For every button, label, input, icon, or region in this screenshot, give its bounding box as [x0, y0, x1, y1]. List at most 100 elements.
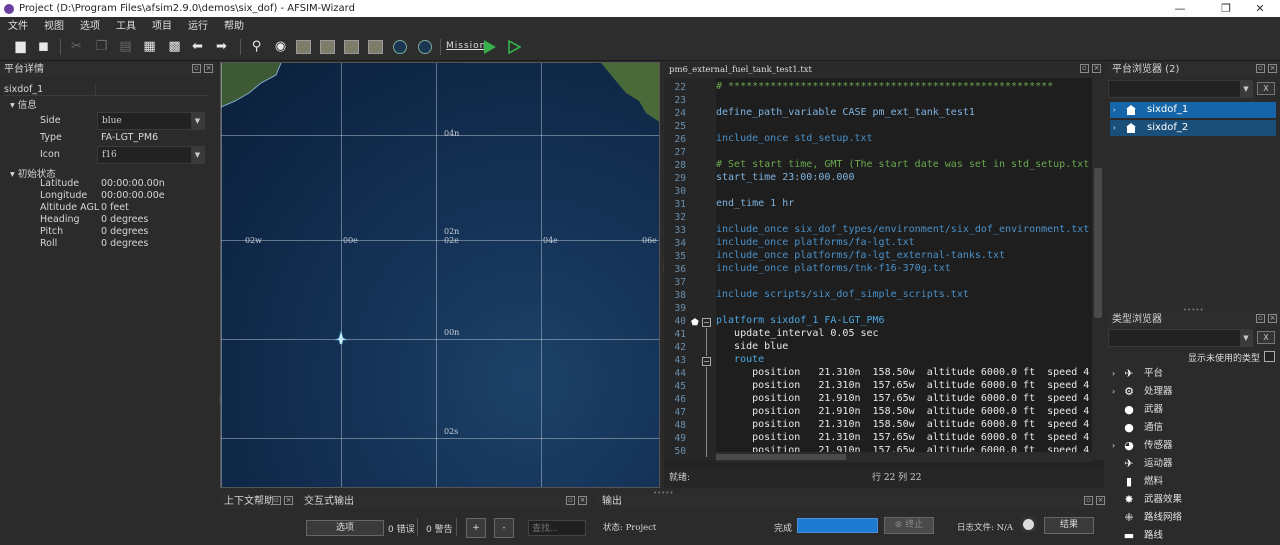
document-icon[interactable]: ▦: [141, 38, 158, 55]
close-icon[interactable]: ×: [1268, 314, 1277, 323]
prop-value: 0 degrees: [101, 238, 149, 249]
line-number: 50: [674, 446, 686, 457]
results-button[interactable]: 结果: [1044, 517, 1094, 534]
options-button[interactable]: 选项: [306, 520, 384, 536]
platform-item[interactable]: › sixdof_1: [1110, 102, 1276, 118]
chevron-down-icon[interactable]: ▼: [1240, 329, 1252, 347]
object-name: sixdof_1: [4, 84, 44, 95]
type-item[interactable]: ● 通信: [1108, 420, 1280, 436]
run-icon[interactable]: [484, 40, 496, 54]
arrow-left-icon[interactable]: ⬅: [189, 38, 206, 55]
close-icon[interactable]: ×: [1092, 64, 1101, 73]
side-select[interactable]: blue ▼: [97, 112, 205, 130]
splitter-handle[interactable]: ⋮: [216, 395, 224, 415]
chevron-right-icon[interactable]: ›: [1112, 384, 1115, 400]
add-button[interactable]: +: [466, 518, 486, 538]
refresh-icon[interactable]: [1020, 516, 1037, 533]
save-icon[interactable]: ▆: [12, 38, 29, 55]
map-layer-icon[interactable]: [320, 40, 335, 54]
map-layer-icon[interactable]: [296, 40, 311, 54]
menu-project[interactable]: 项目: [144, 17, 180, 32]
horizontal-scrollbar[interactable]: [716, 452, 1092, 462]
toolbar-separator: [440, 39, 441, 55]
float-icon[interactable]: ▫: [192, 64, 201, 73]
globe-icon[interactable]: [418, 40, 432, 54]
type-item[interactable]: ✈ 运动器: [1108, 456, 1280, 472]
scroll-thumb[interactable]: [716, 454, 846, 460]
stop-button[interactable]: ⊗ 终止: [884, 517, 934, 534]
type-item[interactable]: ▬ 路线: [1108, 528, 1280, 544]
menu-help[interactable]: 帮助: [216, 17, 252, 32]
editor-tab[interactable]: pm6_external_fuel_tank_test1.txt ▫ ×: [664, 62, 1104, 78]
close-icon[interactable]: ×: [284, 496, 293, 505]
grid-icon[interactable]: ▩: [166, 38, 183, 55]
arrow-right-icon[interactable]: ➡: [213, 38, 230, 55]
platform-filter-input[interactable]: [1108, 80, 1253, 98]
code-area[interactable]: # **************************************…: [716, 78, 1092, 460]
chevron-right-icon[interactable]: ›: [1112, 438, 1115, 454]
type-item[interactable]: ✸ 武器效果: [1108, 492, 1280, 508]
chevron-down-icon[interactable]: ▼: [191, 147, 204, 163]
close-icon[interactable]: ×: [1268, 64, 1277, 73]
error-count[interactable]: 0 错误: [388, 522, 415, 535]
type-item[interactable]: › ⚙ 处理器: [1108, 384, 1280, 400]
fold-icon[interactable]: −: [702, 318, 711, 327]
toolbar: ▆ ◼ ✂ ❐ ▤ ▦ ▩ ⬅ ➡ ⚲ ◉ Mission: [0, 32, 1280, 61]
paste-icon[interactable]: ▤: [117, 38, 134, 55]
menu-run[interactable]: 运行: [180, 17, 216, 32]
menu-file[interactable]: 文件: [0, 17, 36, 32]
type-item[interactable]: › ✈ 平台: [1108, 366, 1280, 382]
clear-filter-button[interactable]: X: [1257, 331, 1275, 344]
aircraft-icon[interactable]: [335, 331, 347, 345]
float-icon[interactable]: ▫: [272, 496, 281, 505]
close-icon[interactable]: ×: [1096, 496, 1105, 505]
eye-icon[interactable]: ◉: [272, 38, 289, 55]
chevron-down-icon[interactable]: ▼: [191, 113, 204, 129]
float-icon[interactable]: ▫: [1080, 64, 1089, 73]
prop-value: 00:00:00.00n: [101, 178, 165, 189]
type-filter-input[interactable]: [1108, 329, 1253, 347]
chevron-right-icon[interactable]: ›: [1113, 102, 1116, 118]
close-button[interactable]: ✕: [1240, 0, 1280, 17]
type-item[interactable]: ▮ 燃料: [1108, 474, 1280, 490]
float-icon[interactable]: ▫: [1256, 314, 1265, 323]
clear-filter-button[interactable]: X: [1257, 82, 1275, 95]
chevron-down-icon[interactable]: ▼: [1240, 80, 1252, 98]
map-layer-icon[interactable]: [368, 40, 383, 54]
menu-tools[interactable]: 工具: [108, 17, 144, 32]
panel-title: 交互式输出: [304, 496, 354, 507]
chevron-right-icon[interactable]: ›: [1112, 366, 1115, 382]
close-icon[interactable]: ×: [204, 64, 213, 73]
warning-count[interactable]: 0 警告: [426, 522, 453, 535]
type-item[interactable]: › ◕ 传感器: [1108, 438, 1280, 454]
fold-icon[interactable]: −: [702, 357, 711, 366]
menu-view[interactable]: 视图: [36, 17, 72, 32]
run-outline-icon[interactable]: [507, 40, 521, 54]
minimize-button[interactable]: —: [1160, 0, 1200, 17]
copy-icon[interactable]: ❐: [93, 38, 110, 55]
platform-item[interactable]: › sixdof_2: [1110, 120, 1276, 136]
float-icon[interactable]: ▫: [1084, 496, 1093, 505]
show-unused-checkbox[interactable]: [1264, 351, 1275, 362]
type-item[interactable]: ● 武器: [1108, 402, 1280, 418]
remove-button[interactable]: -: [494, 518, 514, 538]
globe-icon[interactable]: [393, 40, 407, 54]
save-all-icon[interactable]: ◼: [35, 38, 52, 55]
map-layer-icon[interactable]: [344, 40, 359, 54]
map-view[interactable]: 04n 02w 00e 02n 02e 04e 06e 00n 02s: [220, 62, 660, 488]
vertical-scrollbar[interactable]: [1092, 78, 1104, 460]
float-icon[interactable]: ▫: [566, 496, 575, 505]
scroll-thumb[interactable]: [1094, 168, 1102, 318]
icon-select[interactable]: f16 ▼: [97, 146, 205, 164]
cut-icon[interactable]: ✂: [68, 38, 85, 55]
mission-label[interactable]: Mission: [446, 41, 486, 51]
menu-options[interactable]: 选项: [72, 17, 108, 32]
float-icon[interactable]: ▫: [1256, 64, 1265, 73]
section-info[interactable]: ▾ 信息: [10, 97, 37, 111]
find-input[interactable]: [528, 520, 586, 536]
search-icon[interactable]: ⚲: [248, 38, 265, 55]
close-icon[interactable]: ×: [578, 496, 587, 505]
type-item[interactable]: ⁜ 路线网络: [1108, 510, 1280, 526]
grid-label: 04e: [543, 236, 558, 245]
chevron-right-icon[interactable]: ›: [1113, 120, 1116, 136]
